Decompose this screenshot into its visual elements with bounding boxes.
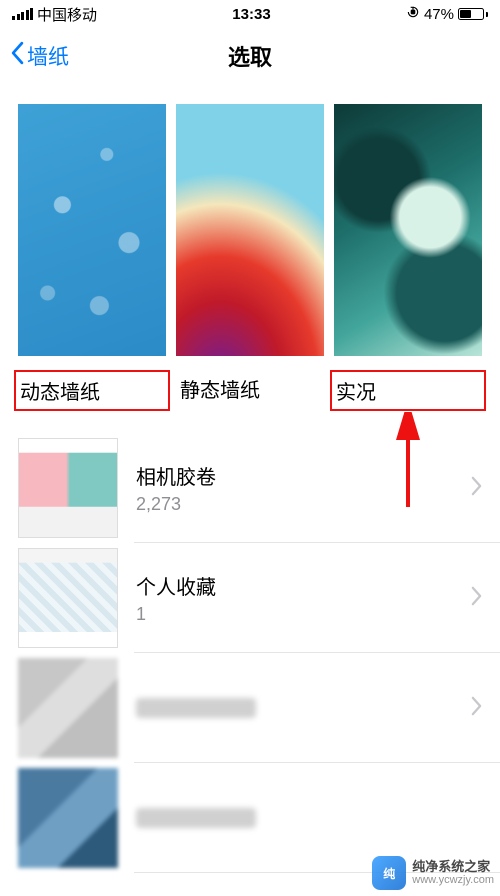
back-label: 墙纸	[27, 41, 69, 71]
album-text: 相机胶卷 2,273	[136, 461, 453, 515]
album-row-favorites[interactable]: 个人收藏 1	[0, 543, 500, 653]
album-row-camera-roll[interactable]: 相机胶卷 2,273	[0, 433, 500, 543]
wallpaper-label-live: 实况	[330, 370, 486, 411]
wallpaper-label-static: 静态墙纸	[176, 370, 324, 407]
status-left: 中国移动	[12, 4, 97, 25]
album-thumb	[18, 548, 118, 648]
album-row-blurred[interactable]	[0, 653, 500, 763]
album-text	[136, 808, 482, 828]
wallpaper-thumb-static	[176, 104, 324, 356]
chevron-right-icon	[471, 476, 482, 501]
signal-icon	[12, 8, 33, 20]
wallpaper-category-live[interactable]: 实况	[334, 104, 482, 411]
album-text	[136, 698, 453, 718]
wallpaper-category-row: 动态墙纸 静态墙纸 实况	[0, 104, 500, 411]
watermark-logo-icon: 纯	[372, 856, 406, 890]
wallpaper-thumb-live	[334, 104, 482, 356]
album-name: 相机胶卷	[136, 461, 453, 490]
watermark: 纯 纯净系统之家 www.ycwzjy.com	[372, 856, 494, 890]
battery-pct: 47%	[424, 6, 454, 23]
status-time: 13:33	[232, 6, 270, 23]
album-text: 个人收藏 1	[136, 571, 453, 625]
wallpaper-thumb-dynamic	[18, 104, 166, 356]
album-thumb	[18, 438, 118, 538]
back-button[interactable]: 墙纸	[10, 41, 69, 71]
album-name: 个人收藏	[136, 571, 453, 600]
watermark-name: 纯净系统之家	[412, 860, 494, 874]
chevron-left-icon	[10, 41, 25, 71]
album-count: 1	[136, 604, 453, 625]
album-name-blurred	[136, 698, 256, 718]
watermark-text: 纯净系统之家 www.ycwzjy.com	[412, 860, 494, 886]
watermark-url: www.ycwzjy.com	[412, 874, 494, 886]
orientation-lock-icon	[406, 5, 420, 23]
album-thumb	[18, 658, 118, 758]
wallpaper-label-dynamic: 动态墙纸	[14, 370, 170, 411]
nav-bar: 墙纸 选取	[0, 28, 500, 84]
page-title: 选取	[228, 40, 272, 72]
content-area: 动态墙纸 静态墙纸 实况 相机胶卷 2,273 个人收藏 1	[0, 84, 500, 873]
carrier-label: 中国移动	[37, 4, 97, 25]
chevron-right-icon	[471, 586, 482, 611]
wallpaper-category-static[interactable]: 静态墙纸	[176, 104, 324, 411]
album-name-blurred	[136, 808, 256, 828]
battery-icon	[458, 8, 488, 20]
album-count: 2,273	[136, 494, 453, 515]
status-right: 47%	[406, 5, 488, 23]
album-list: 相机胶卷 2,273 个人收藏 1	[0, 433, 500, 873]
wallpaper-category-dynamic[interactable]: 动态墙纸	[18, 104, 166, 411]
chevron-right-icon	[471, 696, 482, 721]
status-bar: 中国移动 13:33 47%	[0, 0, 500, 28]
album-thumb	[18, 768, 118, 868]
